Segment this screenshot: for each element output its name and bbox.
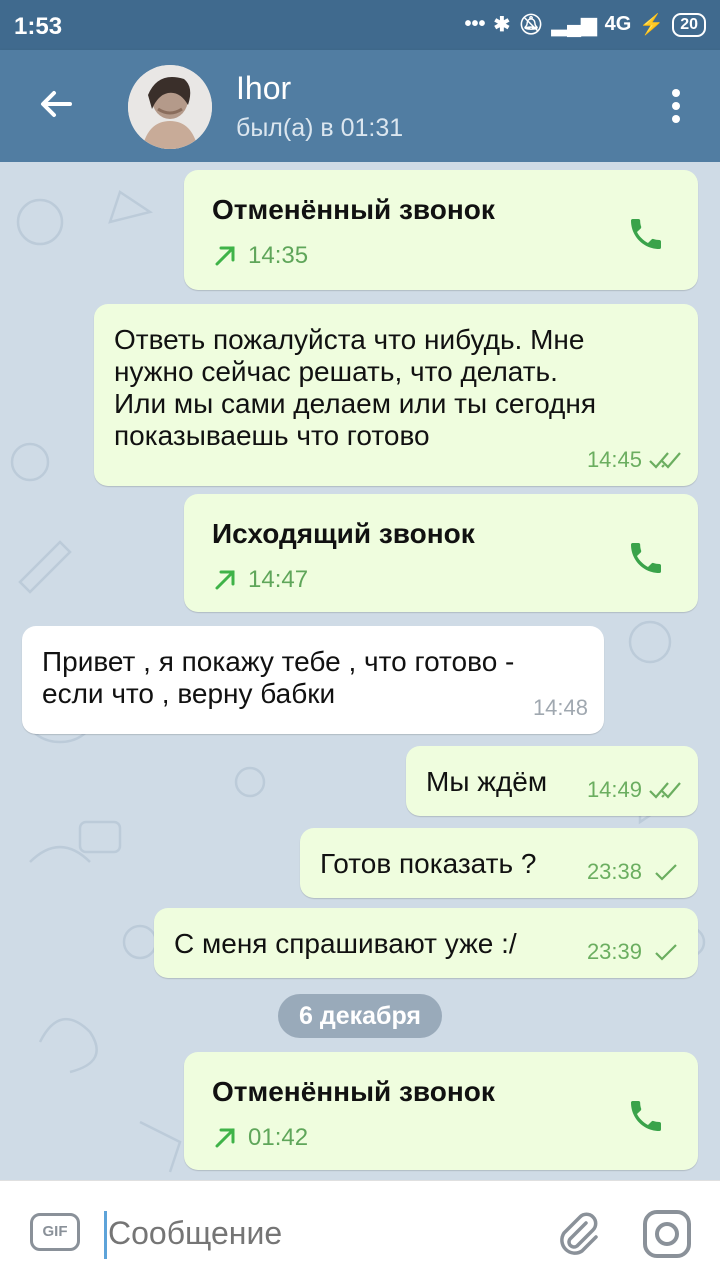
- message-meta: 14:49: [587, 774, 682, 806]
- message-line: Или мы сами делаем или ты сегодня: [114, 388, 596, 419]
- status-bar: 1:53 ••• ✱ 🔕︎ ▂▄▆ 4G ⚡ 20: [0, 0, 720, 50]
- message-text: Готов показать ?: [320, 848, 537, 879]
- single-check-icon: [655, 864, 677, 881]
- message-line: показываешь что готово: [114, 420, 430, 451]
- message-time: 23:38: [586, 859, 642, 884]
- message-line: Ответь пожалуйста что нибудь. Мне: [114, 324, 585, 355]
- battery-icon: 20: [672, 12, 706, 37]
- double-check-icon: [649, 452, 681, 469]
- message-time: 14:48: [532, 695, 588, 720]
- call-bubble-cancelled[interactable]: Отменённый звонок 01:42: [184, 1052, 698, 1170]
- last-seen: был(а) в 01:31: [236, 114, 404, 142]
- message-time: 14:49: [586, 777, 642, 802]
- message-bubble-outgoing[interactable]: Ответь пожалуйста что нибудь. Мне нужно …: [94, 304, 698, 486]
- message-time: 14:45: [586, 447, 642, 472]
- call-bubble-outgoing[interactable]: Исходящий звонок 14:47: [184, 494, 698, 612]
- message-meta: 23:38: [587, 856, 682, 888]
- call-meta: 01:42: [212, 1122, 308, 1154]
- call-bubble-cancelled[interactable]: Отменённый звонок 14:35: [184, 170, 698, 290]
- call-time: 14:47: [248, 566, 309, 593]
- message-line: Привет , я покажу тебе , что готово -: [42, 646, 515, 677]
- phone-icon[interactable]: [626, 1096, 666, 1136]
- double-check-icon: [649, 782, 681, 799]
- phone-icon[interactable]: [626, 538, 666, 578]
- gif-button[interactable]: GIF: [30, 1213, 80, 1251]
- attach-icon[interactable]: [552, 1207, 602, 1257]
- bluetooth-icon: ✱: [493, 14, 511, 36]
- message-text: Ответь пожалуйста что нибудь. Мне нужно …: [114, 324, 596, 452]
- message-meta: 14:45: [587, 444, 682, 476]
- charging-icon: ⚡: [639, 14, 665, 36]
- avatar-image: [128, 65, 212, 149]
- message-line: если что , верну бабки: [42, 678, 336, 709]
- mute-icon: 🔕︎: [518, 14, 544, 36]
- call-meta: 14:35: [212, 240, 308, 272]
- call-time: 14:35: [248, 242, 309, 269]
- call-meta: 14:47: [212, 564, 308, 596]
- signal-icon: ▂▄▆: [551, 14, 597, 36]
- outgoing-arrow-icon: [215, 570, 235, 590]
- message-bubble-outgoing[interactable]: Мы ждём 14:49: [406, 746, 698, 816]
- message-bubble-outgoing[interactable]: С меня спрашивают уже :/ 23:39: [154, 908, 698, 978]
- phone-icon[interactable]: [626, 214, 666, 254]
- avatar[interactable]: [128, 65, 212, 149]
- message-input[interactable]: [108, 1209, 508, 1257]
- call-title: Отменённый звонок: [212, 1076, 495, 1107]
- dots-icon: •••: [464, 13, 486, 35]
- text-caret: [104, 1211, 107, 1259]
- message-text: Привет , я покажу тебе , что готово - ес…: [42, 646, 514, 710]
- message-bubble-incoming[interactable]: Привет , я покажу тебе , что готово - ес…: [22, 626, 604, 734]
- contact-name[interactable]: Ihor: [236, 70, 291, 107]
- message-text: Мы ждём: [426, 766, 548, 797]
- message-line: нужно сейчас решать, что делать.: [114, 356, 558, 387]
- date-divider: 6 декабря: [278, 994, 442, 1038]
- message-input-bar: GIF: [0, 1180, 720, 1280]
- status-icons: ••• ✱ 🔕︎ ▂▄▆ 4G ⚡ 20: [464, 12, 706, 37]
- outgoing-arrow-icon: [215, 246, 235, 266]
- chat-header: Ihor был(а) в 01:31: [0, 50, 720, 162]
- back-arrow-icon[interactable]: [36, 84, 76, 124]
- camera-icon[interactable]: [640, 1207, 694, 1261]
- network-label: 4G: [604, 13, 632, 35]
- single-check-icon: [655, 944, 677, 961]
- call-title: Отменённый звонок: [212, 194, 495, 225]
- message-time: 23:39: [586, 939, 642, 964]
- status-time: 1:53: [14, 13, 63, 40]
- call-title: Исходящий звонок: [212, 518, 475, 549]
- more-vert-icon[interactable]: [670, 88, 682, 124]
- call-time: 01:42: [248, 1124, 309, 1151]
- message-text: С меня спрашивают уже :/: [174, 928, 517, 959]
- outgoing-arrow-icon: [215, 1128, 235, 1148]
- message-bubble-outgoing[interactable]: Готов показать ? 23:38: [300, 828, 698, 898]
- chat-area[interactable]: Отменённый звонок 14:35 Ответь пожалуйст…: [0, 162, 720, 1180]
- message-meta: 23:39: [587, 936, 682, 968]
- message-meta: 14:48: [533, 692, 588, 724]
